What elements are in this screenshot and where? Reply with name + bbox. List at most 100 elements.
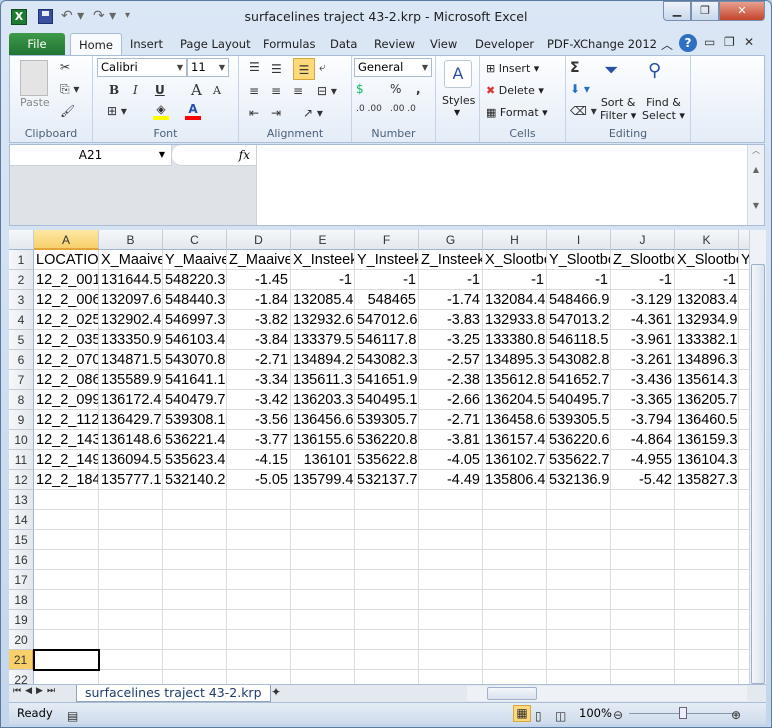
cell-a22[interactable] [34,670,99,684]
cell-c3[interactable]: 548440.3 [163,290,227,310]
vertical-scroll-thumb[interactable] [751,264,765,684]
cell-i5[interactable]: 546118.5 [547,330,611,350]
align-right-icon[interactable]: ≡ [293,84,303,98]
cell-l14[interactable] [739,510,749,530]
cell-a6[interactable]: 12_2_0700 [34,350,99,370]
cell-a5[interactable]: 12_2_0350 [34,330,99,350]
formula-input[interactable] [256,145,748,225]
cell-j12[interactable]: -5.42 [611,470,675,490]
cell-h14[interactable] [483,510,547,530]
cell-b13[interactable] [99,490,163,510]
row-header-1[interactable]: 1 [9,250,34,270]
cell-f12[interactable]: 532137.7 [355,470,419,490]
cell-k13[interactable] [675,490,739,510]
cell-b10[interactable]: 136148.6 [99,430,163,450]
column-header-e[interactable]: E [291,230,355,250]
copy-icon[interactable]: ⎘ ▾ [60,82,79,97]
cell-l15[interactable] [739,530,749,550]
cell-e13[interactable] [291,490,355,510]
cell-a8[interactable]: 12_2_0990 [34,390,99,410]
row-header-5[interactable]: 5 [9,330,34,350]
column-header-l[interactable]: L [739,230,749,250]
cell-e8[interactable]: 136203.3 [291,390,355,410]
cell-d20[interactable] [227,630,291,650]
cell-d10[interactable]: -3.77 [227,430,291,450]
cell-k17[interactable] [675,570,739,590]
cell-e4[interactable]: 132932.6 [291,310,355,330]
cell-l1[interactable]: Y [739,250,749,270]
cell-h1[interactable]: X_Slootbo [483,250,547,270]
row-header-3[interactable]: 3 [9,290,34,310]
tab-review[interactable]: Review [366,33,423,56]
cell-b3[interactable]: 132097.6 [99,290,163,310]
cell-g11[interactable]: -4.05 [419,450,483,470]
cell-j17[interactable] [611,570,675,590]
cell-g2[interactable]: -1 [419,270,483,290]
cell-k7[interactable]: 135614.3 [675,370,739,390]
cell-d7[interactable]: -3.34 [227,370,291,390]
cell-j10[interactable]: -4.864 [611,430,675,450]
row-header-21[interactable]: 21 [9,650,34,670]
cell-c22[interactable] [163,670,227,684]
row-header-9[interactable]: 9 [9,410,34,430]
cell-i8[interactable]: 540495.7 [547,390,611,410]
page-layout-view-icon[interactable]: ▯ [535,706,542,727]
cell-f4[interactable]: 547012.6 [355,310,419,330]
column-header-g[interactable]: G [419,230,483,250]
cell-j5[interactable]: -3.961 [611,330,675,350]
bold-button[interactable]: B [109,83,119,97]
cell-h5[interactable]: 133380.8 [483,330,547,350]
sort-filter-button[interactable]: Sort & Filter ▾ [600,96,636,122]
cell-g22[interactable] [419,670,483,684]
row-header-2[interactable]: 2 [9,270,34,290]
cell-a12[interactable]: 12_2_1840 [34,470,99,490]
cell-f15[interactable] [355,530,419,550]
cell-j8[interactable]: -3.365 [611,390,675,410]
cell-h6[interactable]: 134895.3 [483,350,547,370]
cell-g7[interactable]: -2.38 [419,370,483,390]
cell-h17[interactable] [483,570,547,590]
cell-a21[interactable] [34,650,99,670]
cell-d14[interactable] [227,510,291,530]
cell-d16[interactable] [227,550,291,570]
page-break-view-icon[interactable]: ◫ [555,706,566,727]
cell-g12[interactable]: -4.49 [419,470,483,490]
borders-icon[interactable]: ⊞ ▾ [107,104,127,118]
column-header-k[interactable]: K [675,230,739,250]
cell-f13[interactable] [355,490,419,510]
align-bottom-icon[interactable]: ☰ [293,58,315,80]
cell-a3[interactable]: 12_2_0060 [34,290,99,310]
cell-f10[interactable]: 536220.8 [355,430,419,450]
cell-b18[interactable] [99,590,163,610]
normal-view-icon[interactable]: ▦ [513,705,531,722]
zoom-out-icon[interactable]: ⊖ [613,705,623,726]
grow-font-button[interactable]: A [191,81,202,99]
cell-j3[interactable]: -3.129 [611,290,675,310]
row-header-4[interactable]: 4 [9,310,34,330]
cell-h19[interactable] [483,610,547,630]
tab-file[interactable]: File [9,33,65,56]
cell-l13[interactable] [739,490,749,510]
cell-e11[interactable]: 136101 [291,450,355,470]
cell-h21[interactable] [483,650,547,670]
cell-f16[interactable] [355,550,419,570]
cell-l5[interactable] [739,330,749,350]
cell-f19[interactable] [355,610,419,630]
cell-a9[interactable]: 12_2_1120 [34,410,99,430]
horizontal-scroll-thumb[interactable] [487,687,537,700]
cell-l6[interactable] [739,350,749,370]
cell-e15[interactable] [291,530,355,550]
wrap-text-icon[interactable]: ⤶ [319,60,326,75]
cell-b15[interactable] [99,530,163,550]
cell-j18[interactable] [611,590,675,610]
cell-b14[interactable] [99,510,163,530]
cell-f11[interactable]: 535622.8 [355,450,419,470]
row-header-8[interactable]: 8 [9,390,34,410]
cell-h12[interactable]: 135806.4 [483,470,547,490]
select-all-corner[interactable] [9,230,34,250]
formula-bar-scrollbar[interactable]: ︿ ▲ ▼ [747,145,764,225]
row-header-16[interactable]: 16 [9,550,34,570]
cell-k2[interactable]: -1 [675,270,739,290]
cell-i16[interactable] [547,550,611,570]
cell-d11[interactable]: -4.15 [227,450,291,470]
